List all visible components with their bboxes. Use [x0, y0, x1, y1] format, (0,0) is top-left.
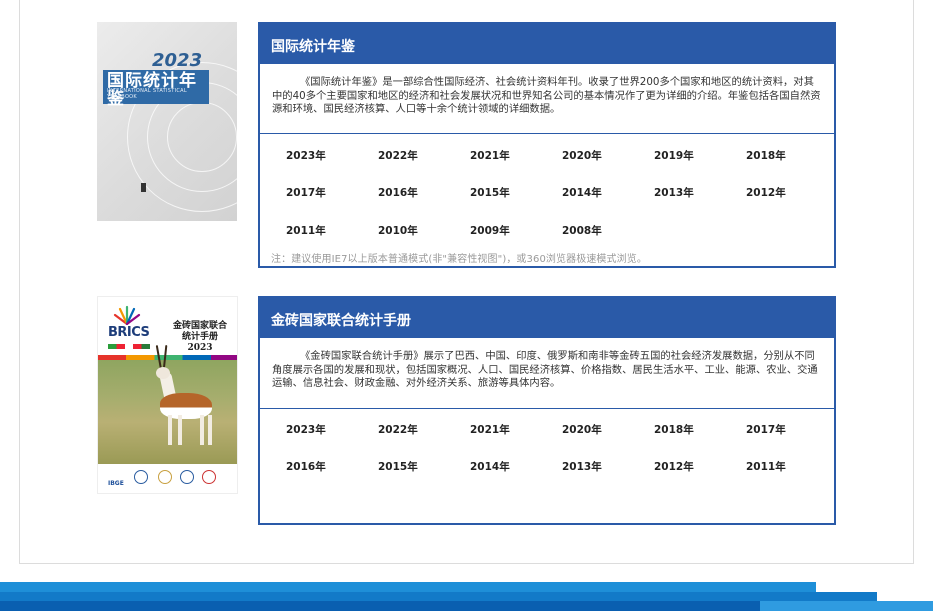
cover-decoration [167, 102, 237, 172]
year-link-2011[interactable]: 2011年 [286, 223, 326, 238]
panel-divider [260, 408, 834, 409]
footer-stripe [760, 601, 933, 611]
year-link-2023[interactable]: 2023年 [286, 148, 326, 163]
agency-logos [98, 464, 237, 493]
year-link-2008[interactable]: 2008年 [562, 223, 602, 238]
year-link-2015[interactable]: 2015年 [470, 185, 510, 200]
year-link-2012[interactable]: 2012年 [746, 185, 786, 200]
cover-title: 金砖国家联合 统计手册 2023 [168, 321, 232, 354]
agency-logo-icon [134, 470, 148, 484]
year-link-2012[interactable]: 2012年 [654, 459, 694, 474]
year-link-2013[interactable]: 2013年 [562, 459, 602, 474]
agency-logo-icon [180, 470, 194, 484]
year-link-2022[interactable]: 2022年 [378, 148, 418, 163]
year-link-2023[interactable]: 2023年 [286, 422, 326, 437]
footer-stripe [0, 582, 816, 592]
cover-title-line1: 金砖国家联合 [172, 321, 227, 331]
antelope-head [156, 367, 170, 379]
antelope-leg [178, 415, 182, 445]
cover-year: 2023 [152, 50, 203, 71]
brics-cover-image[interactable]: BRICS 金砖国家联合 统计手册 2023 IBGE [97, 296, 238, 494]
brics-sun-icon [113, 305, 141, 325]
agency-logo-icon [158, 470, 172, 484]
year-link-2014[interactable]: 2014年 [562, 185, 602, 200]
publisher-logo-icon [141, 183, 146, 192]
panel-title: 金砖国家联合统计手册 [260, 298, 834, 338]
brics-logo-text: BRICS [108, 325, 150, 340]
yearbook-cover-image[interactable]: 2023 国际统计年鉴 INTERNATIONAL STATISTICAL YE… [97, 22, 237, 221]
panel-divider [260, 133, 834, 134]
cover-year: 2023 [187, 343, 213, 353]
antelope-leg [200, 415, 204, 445]
antelope-leg [208, 415, 212, 445]
year-link-2017[interactable]: 2017年 [286, 185, 326, 200]
year-link-2018[interactable]: 2018年 [746, 148, 786, 163]
year-link-2020[interactable]: 2020年 [562, 422, 602, 437]
year-link-2013[interactable]: 2013年 [654, 185, 694, 200]
antelope-leg [168, 415, 172, 445]
brics-panel: 金砖国家联合统计手册 《金砖国家联合统计手册》展示了巴西、中国、印度、俄罗斯和南… [258, 296, 836, 525]
year-link-2021[interactable]: 2021年 [470, 148, 510, 163]
panel-description: 《金砖国家联合统计手册》展示了巴西、中国、印度、俄罗斯和南非等金砖五国的社会经济… [272, 350, 818, 389]
year-link-2016[interactable]: 2016年 [286, 459, 326, 474]
flags-icon [108, 344, 150, 349]
year-link-2020[interactable]: 2020年 [562, 148, 602, 163]
browser-note: 注：建议使用IE7以上版本普通模式(非"兼容性视图")，或360浏览器极速模式浏… [271, 254, 647, 265]
cover-title-en: INTERNATIONAL STATISTICAL YEARBOOK [107, 88, 187, 100]
year-link-2014[interactable]: 2014年 [470, 459, 510, 474]
yearbook-panel: 国际统计年鉴 《国际统计年鉴》是一部综合性国际经济、社会统计资料年刊。收录了世界… [258, 22, 836, 268]
cover-title-line2: 统计手册 [181, 332, 218, 342]
agency-logo-icon [202, 470, 216, 484]
panel-description: 《国际统计年鉴》是一部综合性国际经济、社会统计资料年刊。收录了世界200多个国家… [272, 76, 821, 115]
year-link-2011[interactable]: 2011年 [746, 459, 786, 474]
panel-title: 国际统计年鉴 [260, 24, 834, 64]
year-link-2021[interactable]: 2021年 [470, 422, 510, 437]
year-link-2015[interactable]: 2015年 [378, 459, 418, 474]
year-link-2016[interactable]: 2016年 [378, 185, 418, 200]
ibge-logo-text: IBGE [108, 480, 124, 487]
year-link-2022[interactable]: 2022年 [378, 422, 418, 437]
year-link-2009[interactable]: 2009年 [470, 223, 510, 238]
footer-stripe [0, 592, 877, 601]
year-link-2017[interactable]: 2017年 [746, 422, 786, 437]
year-link-2018[interactable]: 2018年 [654, 422, 694, 437]
year-link-2010[interactable]: 2010年 [378, 223, 418, 238]
year-link-2019[interactable]: 2019年 [654, 148, 694, 163]
